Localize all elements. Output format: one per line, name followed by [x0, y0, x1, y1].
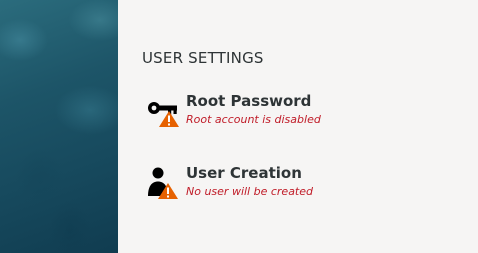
- side-panel-background: [0, 0, 118, 253]
- spoke-title: User Creation: [186, 164, 302, 182]
- user-creation-spoke[interactable]: User Creation No user will be created: [146, 164, 456, 204]
- user-settings-section: USER SETTINGS Root Password Root account…: [118, 0, 478, 253]
- root-password-spoke[interactable]: Root Password Root account is disabled: [146, 92, 456, 132]
- user-icon: [146, 166, 180, 200]
- spoke-status: No user will be created: [186, 185, 313, 198]
- installer-summary: USER SETTINGS Root Password Root account…: [0, 0, 478, 253]
- section-title: USER SETTINGS: [142, 49, 264, 67]
- spoke-title: Root Password: [186, 92, 312, 110]
- key-icon: [146, 94, 180, 128]
- spoke-status: Root account is disabled: [186, 113, 321, 126]
